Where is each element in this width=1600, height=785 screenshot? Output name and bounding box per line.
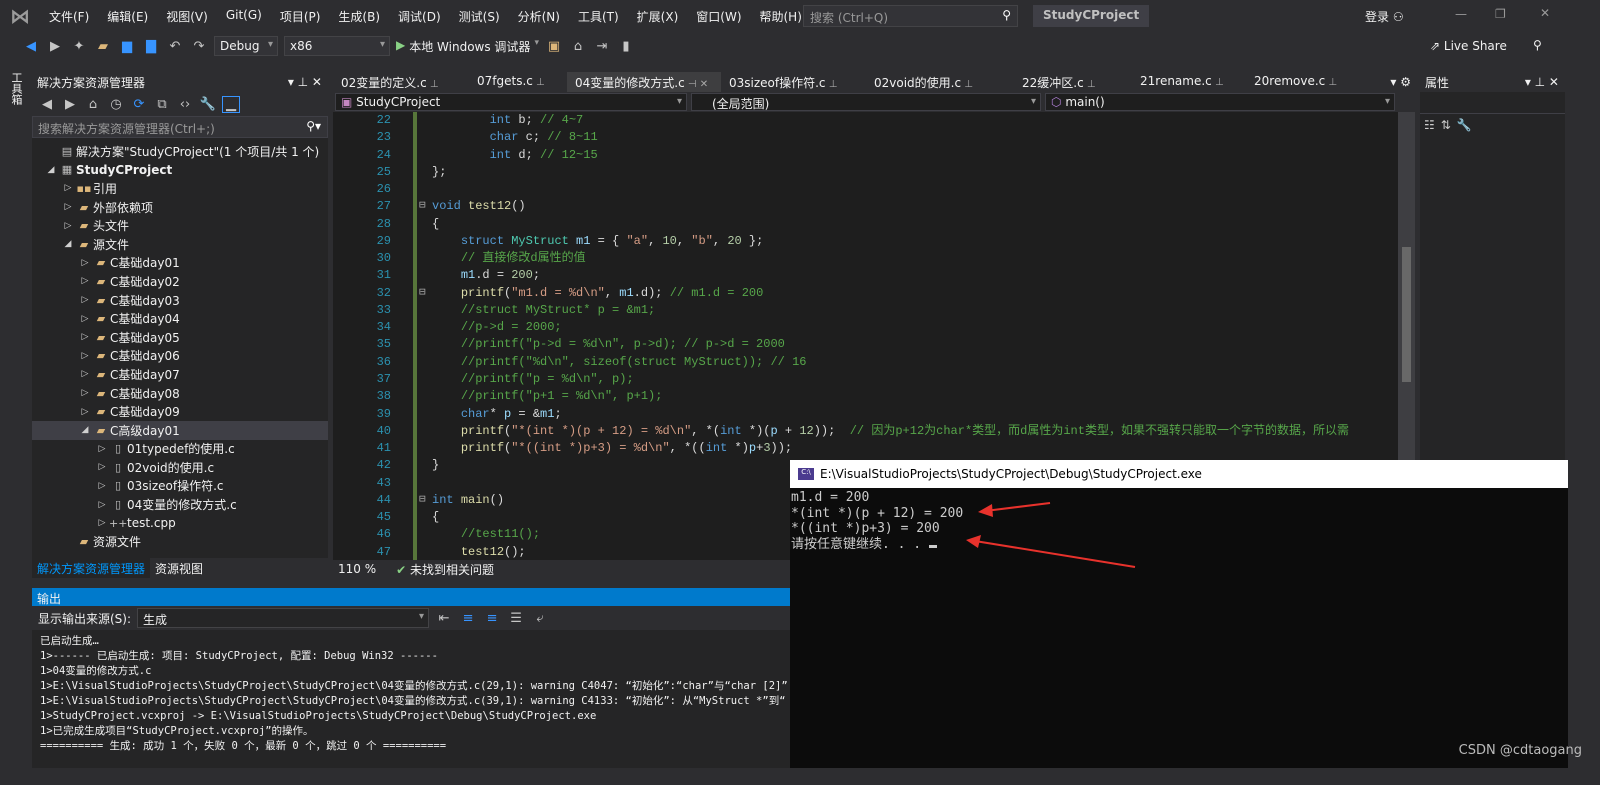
annotation-arrows <box>966 502 1136 568</box>
arrow-line-1 <box>984 502 1051 512</box>
watermark: CSDN @cdtaogang <box>1458 743 1582 758</box>
arrow-line-2 <box>974 540 1136 568</box>
arrow-head-2 <box>966 535 981 548</box>
arrow-head-1 <box>978 504 993 517</box>
